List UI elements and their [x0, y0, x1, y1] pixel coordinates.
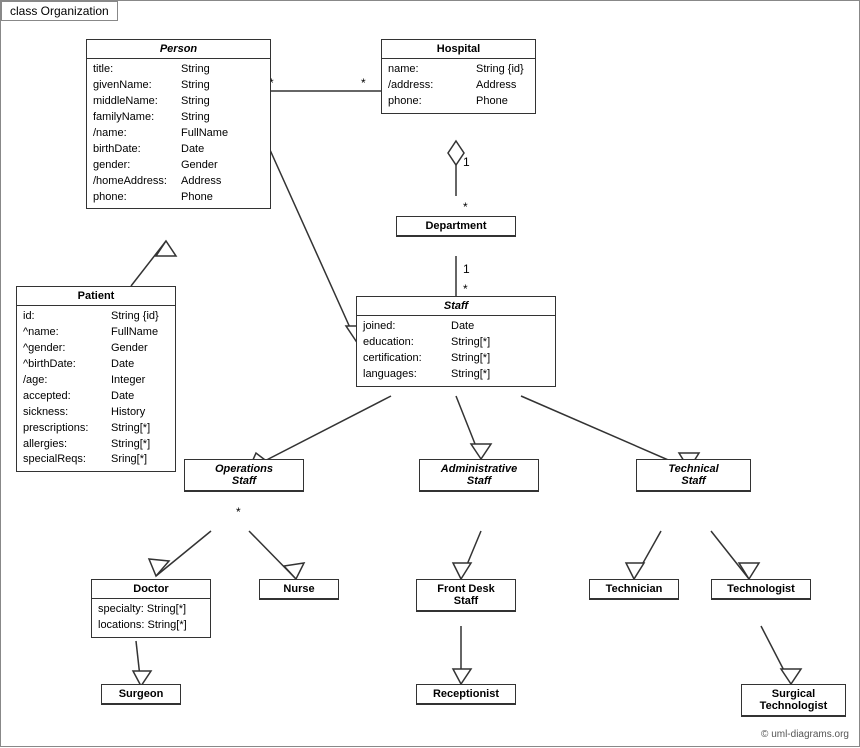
class-person: Person title:String givenName:String mid…: [86, 39, 271, 209]
class-ops-staff-name: OperationsStaff: [185, 460, 303, 491]
class-staff-attrs: joined:Date education:String[*] certific…: [357, 316, 555, 386]
class-receptionist-name: Receptionist: [417, 685, 515, 704]
class-patient: Patient id:String {id} ^name:FullName ^g…: [16, 286, 176, 472]
class-hospital-name: Hospital: [382, 40, 535, 59]
class-surgical-tech: SurgicalTechnologist: [741, 684, 846, 717]
svg-text:1: 1: [463, 155, 470, 169]
class-person-attrs: title:String givenName:String middleName…: [87, 59, 270, 208]
class-tech-staff: TechnicalStaff: [636, 459, 751, 492]
class-hospital: Hospital name:String {id} /address:Addre…: [381, 39, 536, 114]
class-department: Department: [396, 216, 516, 237]
svg-text:*: *: [463, 200, 468, 214]
class-technician-name: Technician: [590, 580, 678, 599]
class-ops-staff: OperationsStaff: [184, 459, 304, 492]
class-surgical-tech-name: SurgicalTechnologist: [742, 685, 845, 716]
svg-text:*: *: [236, 505, 241, 519]
class-person-name: Person: [87, 40, 270, 59]
svg-text:*: *: [463, 282, 468, 296]
class-nurse-name: Nurse: [260, 580, 338, 599]
diagram-container: class Organization * * 1 * 1 * *: [0, 0, 860, 747]
diagram-title: class Organization: [1, 1, 118, 21]
class-admin-staff: AdministrativeStaff: [419, 459, 539, 492]
class-staff: Staff joined:Date education:String[*] ce…: [356, 296, 556, 387]
class-technologist-name: Technologist: [712, 580, 810, 599]
class-patient-attrs: id:String {id} ^name:FullName ^gender:Ge…: [17, 306, 175, 471]
class-nurse: Nurse: [259, 579, 339, 600]
svg-text:*: *: [361, 76, 366, 90]
class-department-name: Department: [397, 217, 515, 236]
class-doctor-attrs: specialty: String[*] locations: String[*…: [92, 599, 210, 637]
class-tech-staff-name: TechnicalStaff: [637, 460, 750, 491]
class-receptionist: Receptionist: [416, 684, 516, 705]
class-front-desk-name: Front DeskStaff: [417, 580, 515, 611]
svg-text:1: 1: [463, 262, 470, 276]
class-hospital-attrs: name:String {id} /address:Address phone:…: [382, 59, 535, 113]
class-staff-name: Staff: [357, 297, 555, 316]
class-doctor: Doctor specialty: String[*] locations: S…: [91, 579, 211, 638]
class-front-desk: Front DeskStaff: [416, 579, 516, 612]
class-surgeon-name: Surgeon: [102, 685, 180, 704]
class-technologist: Technologist: [711, 579, 811, 600]
class-patient-name: Patient: [17, 287, 175, 306]
copyright: © uml-diagrams.org: [761, 729, 849, 740]
class-doctor-name: Doctor: [92, 580, 210, 599]
class-technician: Technician: [589, 579, 679, 600]
class-admin-staff-name: AdministrativeStaff: [420, 460, 538, 491]
class-surgeon: Surgeon: [101, 684, 181, 705]
